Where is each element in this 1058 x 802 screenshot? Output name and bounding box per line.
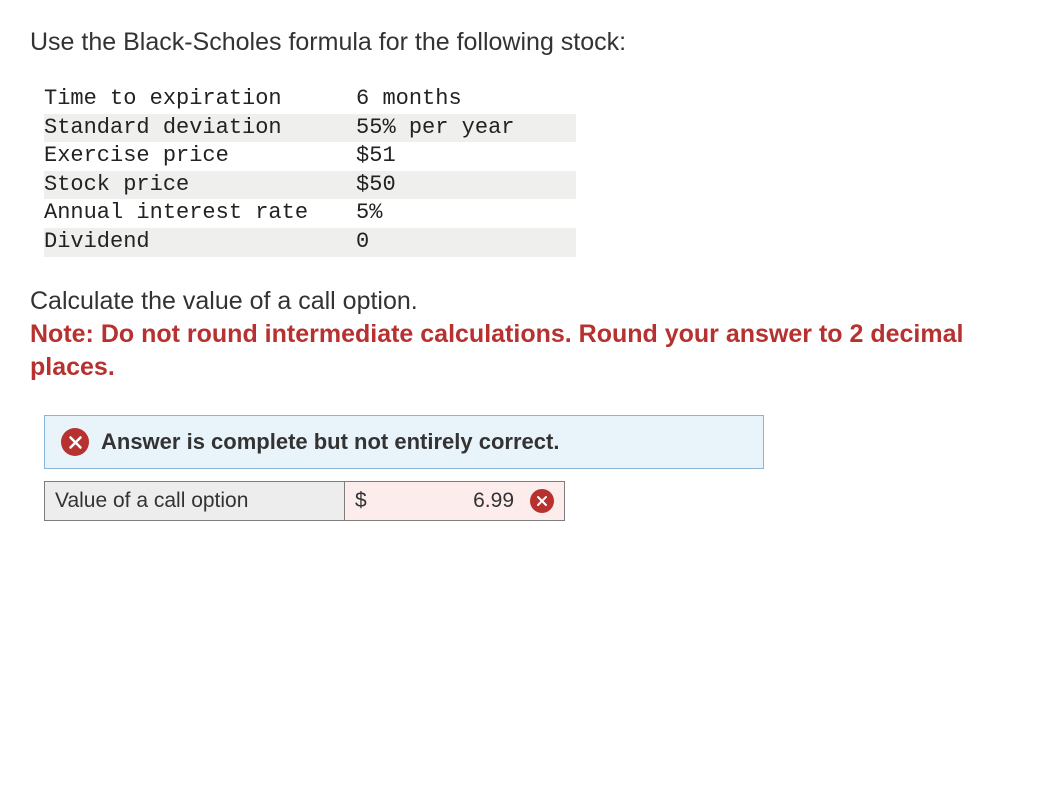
incorrect-icon	[61, 428, 89, 456]
currency-symbol: $	[355, 489, 367, 513]
param-value: 0	[356, 228, 576, 257]
param-row: Standard deviation55% per year	[44, 114, 576, 143]
param-value: 5%	[356, 199, 576, 228]
param-label: Annual interest rate	[44, 199, 356, 228]
param-row: Stock price$50	[44, 171, 576, 200]
param-row: Exercise price$51	[44, 142, 576, 171]
question-prompt: Calculate the value of a call option.	[30, 287, 1028, 316]
param-label: Standard deviation	[44, 114, 356, 143]
param-value: 6 months	[356, 85, 576, 114]
param-label: Time to expiration	[44, 85, 356, 114]
param-label: Stock price	[44, 171, 356, 200]
param-value: 55% per year	[356, 114, 576, 143]
param-value: $51	[356, 142, 576, 171]
param-value: $50	[356, 171, 576, 200]
parameters-block: Time to expiration6 monthsStandard devia…	[44, 85, 1028, 257]
intro-text: Use the Black-Scholes formula for the fo…	[30, 28, 1028, 57]
answer-table: Value of a call option $ 6.99	[44, 481, 565, 521]
answer-value: 6.99	[379, 489, 518, 513]
parameters-table: Time to expiration6 monthsStandard devia…	[44, 85, 576, 257]
param-row: Annual interest rate5%	[44, 199, 576, 228]
answer-value-cell[interactable]: $ 6.99	[345, 482, 565, 521]
param-label: Exercise price	[44, 142, 356, 171]
instruction-note: Note: Do not round intermediate calculat…	[30, 318, 1028, 386]
feedback-message: Answer is complete but not entirely corr…	[101, 429, 559, 455]
answer-row: Value of a call option $ 6.99	[45, 482, 565, 521]
param-row: Dividend0	[44, 228, 576, 257]
param-row: Time to expiration6 months	[44, 85, 576, 114]
feedback-banner: Answer is complete but not entirely corr…	[44, 415, 764, 469]
incorrect-icon	[530, 489, 554, 513]
answer-label: Value of a call option	[45, 482, 345, 521]
param-label: Dividend	[44, 228, 356, 257]
